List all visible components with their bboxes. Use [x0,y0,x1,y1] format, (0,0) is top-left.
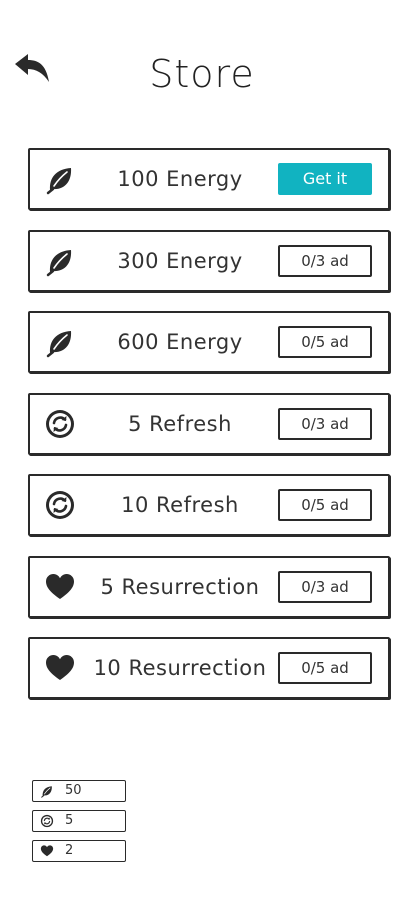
item-label: 100 Energy [117,167,243,191]
energy-balance: 50 [32,780,126,802]
leaf-icon [44,163,76,195]
store-item-5-resurrection[interactable]: 5 Resurrection 0/3 ad [28,555,390,618]
leaf-icon [44,245,76,277]
store-item-600-energy[interactable]: 600 Energy 0/5 ad [28,311,390,373]
watch-ad-button[interactable]: 0/3 ad [278,244,372,277]
item-label: 5 Refresh [128,411,232,436]
store-item-10-resurrection[interactable]: 10 Resurrection 0/5 ad [28,637,390,699]
item-label: 600 Energy [117,330,243,354]
get-it-button[interactable]: Get it [278,163,372,195]
item-label: 5 Resurrection [100,574,260,599]
item-label: 10 Resurrection [93,656,267,680]
store-item-100-energy[interactable]: 100 Energy Get it [28,148,390,210]
leaf-icon [40,784,54,798]
refresh-balance: 5 [32,810,126,832]
watch-ad-button[interactable]: 0/5 ad [278,326,372,358]
resurrection-balance-value: 2 [65,843,74,858]
item-label: 10 Refresh [121,493,239,517]
balance-panel: 50 5 2 [32,780,126,870]
refresh-icon [40,814,54,828]
page-title: Store [149,52,255,96]
heart-icon [44,652,76,684]
store-item-10-refresh[interactable]: 10 Refresh 0/5 ad [28,474,390,536]
store-item-5-refresh[interactable]: 5 Refresh 0/3 ad [28,392,390,455]
heart-icon [44,571,76,603]
refresh-icon [44,489,76,521]
store-list: 100 Energy Get it 300 Energy 0/3 ad 600 … [28,148,390,719]
watch-ad-button[interactable]: 0/5 ad [278,652,372,684]
refresh-icon [44,408,76,440]
store-item-300-energy[interactable]: 300 Energy 0/3 ad [28,229,390,292]
heart-icon [40,844,54,858]
watch-ad-button[interactable]: 0/5 ad [278,489,372,521]
watch-ad-button[interactable]: 0/3 ad [278,407,372,440]
watch-ad-button[interactable]: 0/3 ad [278,570,372,603]
energy-balance-value: 50 [65,783,82,798]
leaf-icon [44,326,76,358]
refresh-balance-value: 5 [65,813,74,828]
item-label: 300 Energy [117,248,243,273]
resurrection-balance: 2 [32,840,126,862]
